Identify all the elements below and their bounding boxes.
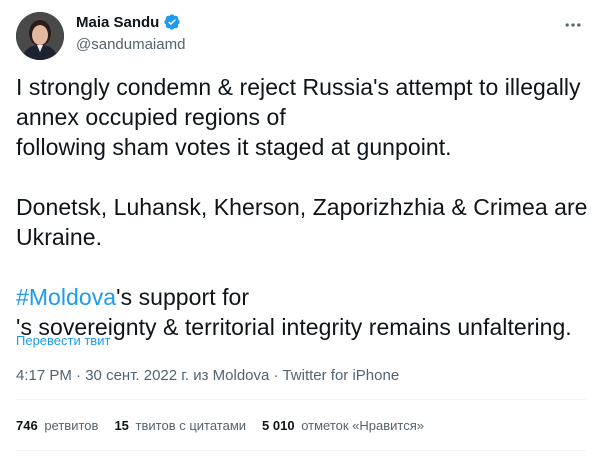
tweet-source[interactable]: Twitter for iPhone <box>282 367 399 384</box>
tweet-date[interactable]: 30 сент. 2022 г. из Moldova <box>85 367 269 384</box>
retweets-label: ретвитов <box>44 418 99 433</box>
author-display-name[interactable]: Maia Sandu <box>76 14 159 31</box>
divider <box>16 450 586 451</box>
retweets-stat[interactable]: 746 ретвитов <box>16 418 98 433</box>
tweet-meta: 4:17 PM · 30 сент. 2022 г. из Moldova · … <box>16 367 399 384</box>
tweet-paragraph-2: Donetsk, Luhansk, Kherson, Zaporizhzhia … <box>16 194 588 250</box>
avatar-image <box>16 12 64 60</box>
avatar[interactable] <box>16 12 64 60</box>
quotes-label: твитов с цитатами <box>135 418 247 433</box>
tweet-paragraph-1: I strongly condemn & reject Russia's att… <box>16 72 591 132</box>
tweet-stats: 746 ретвитов 15 твитов с цитатами 5 010 … <box>16 418 424 433</box>
verified-badge-icon <box>163 13 181 31</box>
translate-tweet-link[interactable]: Перевести твит <box>16 333 110 348</box>
meta-separator: · <box>71 367 86 384</box>
more-options-button[interactable] <box>560 12 586 38</box>
quotes-count: 15 <box>114 418 129 433</box>
quotes-stat[interactable]: 15 твитов с цитатами <box>114 418 246 433</box>
more-options-icon <box>565 23 581 27</box>
likes-stat[interactable]: 5 010 отметок «Нравится» <box>262 418 424 433</box>
tweet-text-segment: 's support for <box>116 284 256 310</box>
author-handle[interactable]: @sandumaiamd <box>76 36 185 53</box>
divider <box>16 399 586 400</box>
likes-count: 5 010 <box>262 418 295 433</box>
retweets-count: 746 <box>16 418 38 433</box>
ukraine-flag-emoji <box>257 287 287 307</box>
author-name-row: Maia Sandu <box>76 13 181 31</box>
meta-separator: · <box>269 367 283 384</box>
tweet-paragraph-3: #Moldova's support for <box>16 282 591 312</box>
tweet-time[interactable]: 4:17 PM <box>16 367 72 384</box>
likes-label: отметок «Нравится» <box>301 418 424 433</box>
hashtag-link[interactable]: #Moldova <box>16 284 116 310</box>
ukraine-flag-emoji <box>287 107 317 127</box>
tweet-text-segment: following sham votes it staged at gunpoi… <box>16 134 452 160</box>
tweet-text: I strongly condemn & reject Russia's att… <box>16 72 591 342</box>
